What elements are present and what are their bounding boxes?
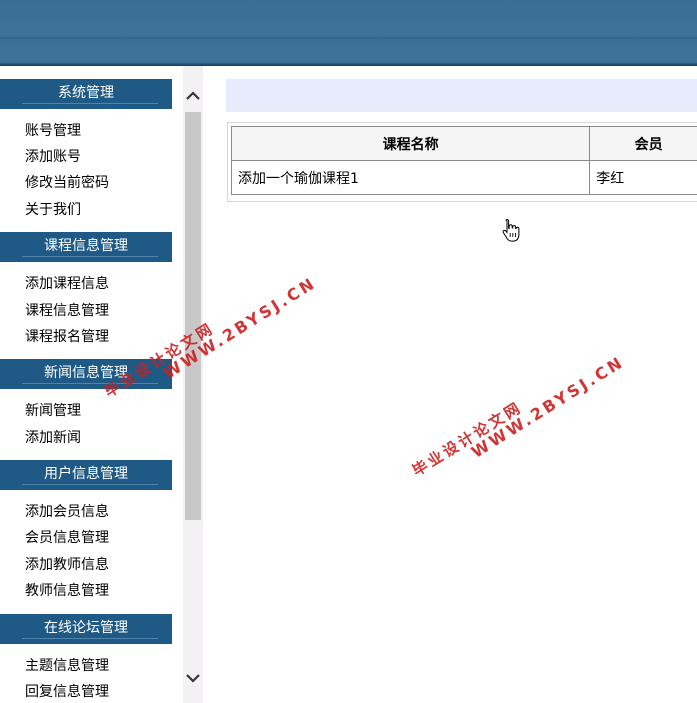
nav-item-reply-management[interactable]: 回复信息管理	[25, 683, 109, 701]
nav-item-course-enrollment[interactable]: 课程报名管理	[25, 328, 109, 346]
table-row[interactable]: 添加一个瑜伽课程1 李红	[230, 160, 697, 195]
column-header-course-name: 课程名称	[230, 126, 591, 161]
nav-item-add-teacher[interactable]: 添加教师信息	[25, 556, 109, 574]
nav-item-about-us[interactable]: 关于我们	[25, 201, 81, 219]
sidebar-scrollbar[interactable]	[183, 66, 203, 703]
info-bar	[226, 79, 697, 112]
section-header-users[interactable]: 用户信息管理	[0, 460, 172, 490]
cell-member: 李红	[589, 160, 697, 195]
nav-item-news-management[interactable]: 新闻管理	[25, 402, 81, 420]
main-content: 课程名称 会员 添加一个瑜伽课程1 李红	[203, 66, 697, 703]
course-table-container: 课程名称 会员 添加一个瑜伽课程1 李红	[227, 122, 697, 202]
nav-item-account-management[interactable]: 账号管理	[25, 122, 81, 140]
cell-course-name: 添加一个瑜伽课程1	[230, 160, 591, 195]
section-header-system[interactable]: 系统管理	[0, 79, 172, 109]
column-header-member: 会员	[589, 126, 697, 161]
nav-item-add-member[interactable]: 添加会员信息	[25, 503, 109, 521]
nav-item-teacher-management[interactable]: 教师信息管理	[25, 582, 109, 600]
chevron-down-icon[interactable]	[183, 668, 203, 688]
section-header-forum[interactable]: 在线论坛管理	[0, 614, 172, 644]
top-banner	[0, 0, 697, 66]
scroll-thumb[interactable]	[185, 112, 201, 520]
nav-item-change-password[interactable]: 修改当前密码	[25, 174, 109, 192]
nav-item-topic-management[interactable]: 主题信息管理	[25, 657, 109, 675]
table-header-row: 课程名称 会员	[230, 126, 697, 161]
section-header-course[interactable]: 课程信息管理	[0, 232, 172, 262]
nav-item-course-management[interactable]: 课程信息管理	[25, 302, 109, 320]
nav-item-add-account[interactable]: 添加账号	[25, 148, 81, 166]
nav-item-add-course[interactable]: 添加课程信息	[25, 275, 109, 293]
nav-item-member-management[interactable]: 会员信息管理	[25, 529, 109, 547]
chevron-up-icon[interactable]	[183, 86, 203, 106]
hand-pointer-icon	[502, 218, 520, 242]
nav-item-add-news[interactable]: 添加新闻	[25, 429, 81, 447]
course-table: 课程名称 会员 添加一个瑜伽课程1 李红	[230, 126, 697, 195]
